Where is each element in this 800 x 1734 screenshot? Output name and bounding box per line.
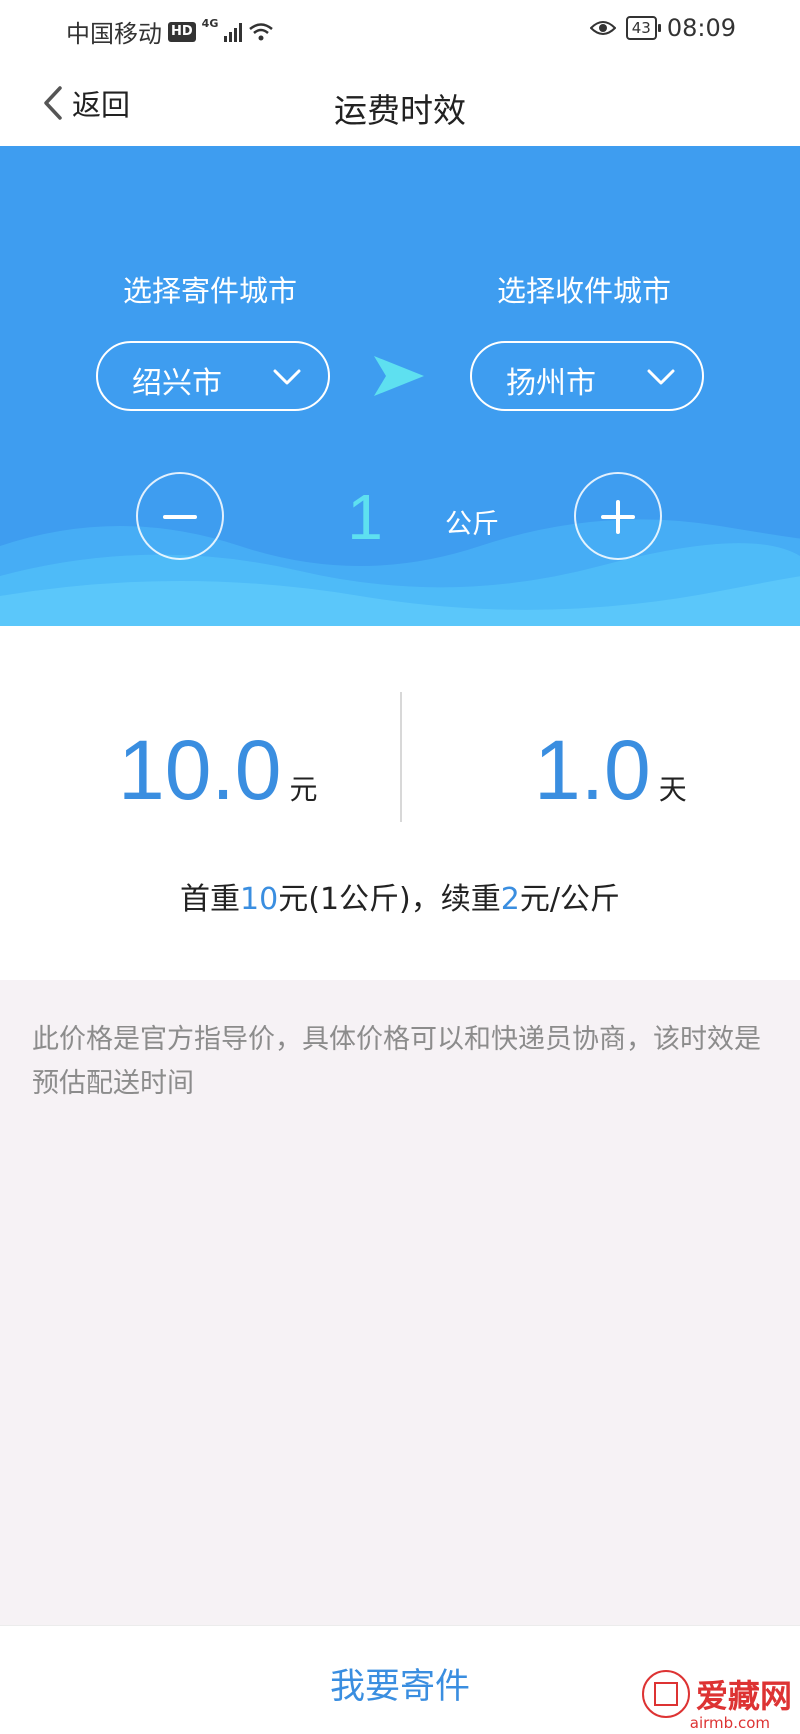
- status-left: 中国移动 HD 4G: [66, 14, 274, 49]
- battery-level: 43: [631, 19, 651, 37]
- watermark-seal-icon: [641, 1670, 690, 1718]
- wifi-icon: [249, 22, 274, 40]
- status-bar: 中国移动 HD 4G 43 08:09: [0, 0, 800, 62]
- eye-comfort-icon: [589, 21, 616, 35]
- notice-text: 此价格是官方指导价，具体价格可以和快递员协商，该时效是预估配送时间: [32, 1024, 761, 1099]
- quote-result: 10.0 元 1.0 天 首重10元(1公斤)，续重2元/公斤: [0, 626, 800, 980]
- minus-icon: [163, 515, 197, 519]
- watermark-text: 爱藏网: [695, 1677, 792, 1715]
- chevron-down-icon: [273, 369, 301, 385]
- route-arrow-icon: [374, 356, 424, 396]
- receiver-city-select[interactable]: 扬州市: [470, 341, 704, 411]
- days-unit: 天: [658, 773, 687, 806]
- delivery-time-display: 1.0 天: [534, 722, 687, 819]
- sender-city-label: 选择寄件城市: [123, 274, 298, 308]
- rule-prefix: 首重: [180, 882, 241, 917]
- receiver-city-label: 选择收件城市: [497, 274, 672, 308]
- hd-badge: HD: [168, 21, 196, 42]
- nav-bar: 返回 运费时效: [0, 62, 800, 146]
- price-value: 10.0: [118, 723, 282, 817]
- receiver-city-value: 扬州市: [506, 366, 596, 401]
- price-unit: 元: [289, 773, 318, 806]
- watermark: 爱藏网: [641, 1670, 792, 1718]
- network-type: 4G: [201, 17, 219, 30]
- first-weight-price: 10: [240, 882, 279, 917]
- page-title: 运费时效: [334, 91, 466, 130]
- clock: 08:09: [666, 14, 736, 42]
- status-right: 43 08:09: [589, 14, 736, 42]
- weight-unit: 公斤: [445, 509, 499, 540]
- chevron-down-icon: [647, 369, 675, 385]
- plus-icon-vertical: [616, 500, 620, 534]
- route-selector-panel: 选择寄件城市 选择收件城市 绍兴市 扬州市 1 公斤: [0, 146, 800, 626]
- extra-weight-price: 2: [500, 882, 520, 917]
- weight-value: 1: [347, 481, 383, 553]
- watermark-url: airmb.com: [689, 1714, 770, 1732]
- carrier-name: 中国移动: [66, 20, 162, 48]
- result-divider: [400, 692, 402, 822]
- decrease-weight-button[interactable]: [136, 472, 224, 560]
- signal-icon: [224, 22, 243, 42]
- rule-middle: 元(1公斤)，续重: [278, 882, 501, 917]
- sender-city-value: 绍兴市: [132, 366, 222, 401]
- wave-decoration: [0, 519, 800, 626]
- rule-suffix: 元/公斤: [519, 882, 620, 917]
- price-display: 10.0 元: [118, 722, 318, 819]
- sender-city-select[interactable]: 绍兴市: [96, 341, 330, 411]
- price-notice: 此价格是官方指导价，具体价格可以和快递员协商，该时效是预估配送时间: [0, 980, 800, 1625]
- battery-icon: 43: [625, 16, 661, 40]
- days-value: 1.0: [534, 723, 651, 817]
- pricing-rule: 首重10元(1公斤)，续重2元/公斤: [0, 874, 800, 918]
- increase-weight-button[interactable]: [574, 472, 662, 560]
